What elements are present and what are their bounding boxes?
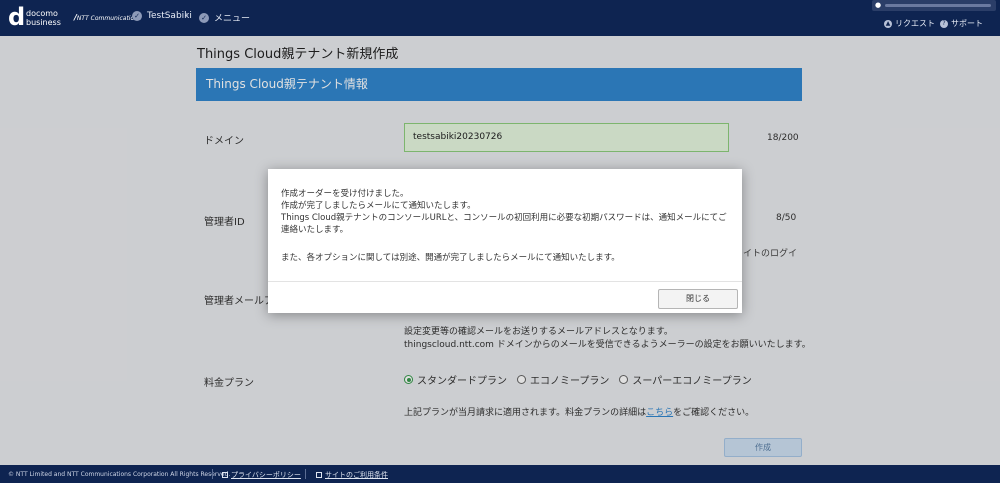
terms-of-use-label: サイトのご利用条件 <box>325 471 388 479</box>
terms-of-use-link[interactable]: サイトのご利用条件 <box>316 470 388 480</box>
breadcrumb-item-menu[interactable]: ✓ メニュー <box>199 11 250 24</box>
docomo-business-logo[interactable]: d docomo business <box>8 3 68 31</box>
check-circle-icon: ✓ <box>132 11 142 21</box>
footer-divider <box>305 469 306 479</box>
dialog-message-line1: 作成オーダーを受け付けました。 <box>281 189 409 199</box>
breadcrumb-label: メニュー <box>214 14 251 24</box>
copyright-text: © NTT Limited and NTT Communications Cor… <box>8 471 231 478</box>
help-icon: ? <box>940 19 948 28</box>
external-link-icon <box>222 472 228 478</box>
top-header: d docomo business /NTT Communications ✓ … <box>0 0 1000 36</box>
chevron-right-icon: › <box>185 10 189 21</box>
request-link[interactable]: ▲ リクエスト <box>884 18 935 29</box>
user-icon: ● <box>875 1 882 9</box>
request-label: リクエスト <box>895 19 935 28</box>
footer-divider <box>212 469 213 479</box>
dialog-message-line5: また、各オプションに関しては別途、開通が完了しましたらメールにて通知いたします。 <box>281 253 620 263</box>
dialog-message-line3: Things Cloud親テナントのコンソールURLと、コンソールの初回利用に必… <box>281 213 727 223</box>
dialog-message-line2: 作成が完了しましたらメールにて通知いたします。 <box>281 201 476 211</box>
support-link[interactable]: ? サポート <box>940 18 983 29</box>
breadcrumb-item-tenant[interactable]: ✓ TestSabiki <box>132 11 192 21</box>
bell-icon: ▲ <box>884 19 892 28</box>
close-button[interactable]: 閉じる <box>658 289 738 309</box>
logo-mark: d <box>8 3 26 31</box>
external-link-icon <box>316 472 322 478</box>
support-label: サポート <box>951 19 983 28</box>
logo-line1: docomo <box>26 9 58 18</box>
user-account-menu[interactable]: ● <box>872 0 996 11</box>
order-accepted-dialog: 作成オーダーを受け付けました。 作成が完了しましたらメールにて通知いたします。 … <box>268 169 742 313</box>
check-circle-icon: ✓ <box>199 12 209 23</box>
masked-user-email <box>885 4 991 7</box>
dialog-divider <box>268 281 742 282</box>
dialog-message-line4: 連絡いたします。 <box>281 225 349 235</box>
privacy-policy-label: プライバシーポリシー <box>231 471 301 479</box>
privacy-policy-link[interactable]: プライバシーポリシー <box>222 470 301 480</box>
footer: © NTT Limited and NTT Communications Cor… <box>0 465 1000 483</box>
logo-line2: business <box>26 18 61 27</box>
